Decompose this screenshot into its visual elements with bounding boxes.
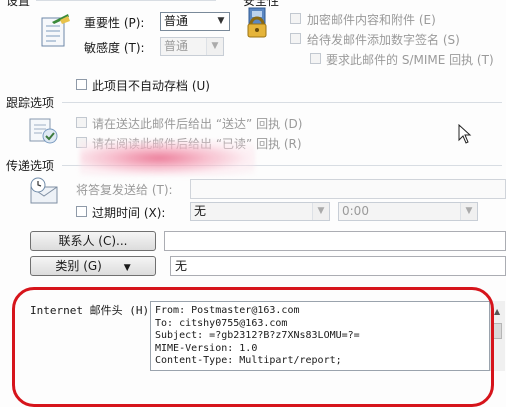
expires-checkbox[interactable] <box>76 206 87 217</box>
header-line: Content-Type: Multipart/report; <box>155 355 342 367</box>
headers-scrollbar[interactable]: ▲ <box>490 301 505 371</box>
importance-select[interactable]: 普通 ▼ <box>160 12 230 31</box>
reply-to-field[interactable] <box>190 179 506 199</box>
sensitivity-value: 普通 <box>164 39 189 53</box>
chevron-down-icon: ▼ <box>460 203 477 220</box>
encrypt-checkbox[interactable] <box>290 13 301 24</box>
header-line: From: Postmaster@163.com <box>155 305 300 316</box>
no-autoarchive-checkbox[interactable] <box>76 79 87 90</box>
mouse-cursor-icon <box>458 123 472 144</box>
delivery-receipt-label: 请在送达此邮件后给出 “送达” 回执 (D) <box>92 117 303 131</box>
tracking-group-title: 跟踪选项 <box>6 96 55 110</box>
sensitivity-select[interactable]: 普通 ▼ <box>160 37 224 56</box>
importance-value: 普通 <box>164 14 189 28</box>
encrypt-label: 加密邮件内容和附件 (E) <box>307 13 436 27</box>
security-lock-icon <box>243 6 271 40</box>
importance-label: 重要性 (P): <box>84 16 145 30</box>
contacts-button[interactable]: 联系人 (C)... <box>30 231 156 251</box>
category-button[interactable]: 类别 (G) ▼ <box>30 256 156 276</box>
expires-time-value: 0:00 <box>342 204 369 218</box>
settings-group-title: 设置 <box>6 0 31 8</box>
expires-date-value: 无 <box>194 204 207 218</box>
category-field[interactable]: 无 <box>170 256 506 276</box>
redaction-smudge <box>80 140 255 176</box>
expires-label: 过期时间 (X): <box>92 206 166 220</box>
tracking-group-divider <box>62 102 502 103</box>
chevron-down-icon: ▼ <box>123 263 131 273</box>
header-line: MIME-Version: 1.0 <box>155 342 258 354</box>
reply-to-label: 将答复发送给 (T): <box>76 183 173 197</box>
properties-icon <box>38 12 72 48</box>
expires-time-select[interactable]: 0:00 ▼ <box>338 202 478 221</box>
scrollbar-thumb[interactable] <box>493 323 502 339</box>
scroll-up-arrow-icon[interactable]: ▲ <box>494 307 500 316</box>
header-line: Subject: =?gb2312?B?z7XNs83LOMU=?= <box>155 330 360 342</box>
sign-checkbox[interactable] <box>290 33 301 44</box>
chevron-down-icon: ▼ <box>206 38 223 55</box>
delivery-receipt-checkbox[interactable] <box>76 117 87 128</box>
delivery-icon <box>28 176 62 206</box>
tracking-icon <box>28 115 60 145</box>
internet-headers-label: Internet 邮件头 (H): <box>30 304 156 317</box>
settings-group-divider <box>36 0 216 1</box>
category-value: 无 <box>175 259 188 273</box>
chevron-down-icon: ▼ <box>312 203 329 220</box>
sensitivity-label: 敏感度 (T): <box>84 41 145 55</box>
category-button-label: 类别 (G) <box>55 259 102 273</box>
contacts-field[interactable] <box>164 231 506 251</box>
no-autoarchive-label: 此项目不自动存档 (U) <box>92 79 210 93</box>
expires-date-select[interactable]: 无 ▼ <box>190 202 330 221</box>
smime-receipt-checkbox[interactable] <box>310 53 321 64</box>
internet-headers-textarea[interactable]: From: Postmaster@163.com To: citshy0755@… <box>150 301 490 371</box>
delivery-group-title: 传递选项 <box>6 159 55 173</box>
chevron-down-icon: ▼ <box>217 16 225 26</box>
header-line: To: citshy0755@163.com <box>155 317 288 329</box>
smime-receipt-label: 要求此邮件的 S/MIME 回执 (T) <box>326 53 494 67</box>
sign-label: 给待发邮件添加数字签名 (S) <box>307 33 460 47</box>
